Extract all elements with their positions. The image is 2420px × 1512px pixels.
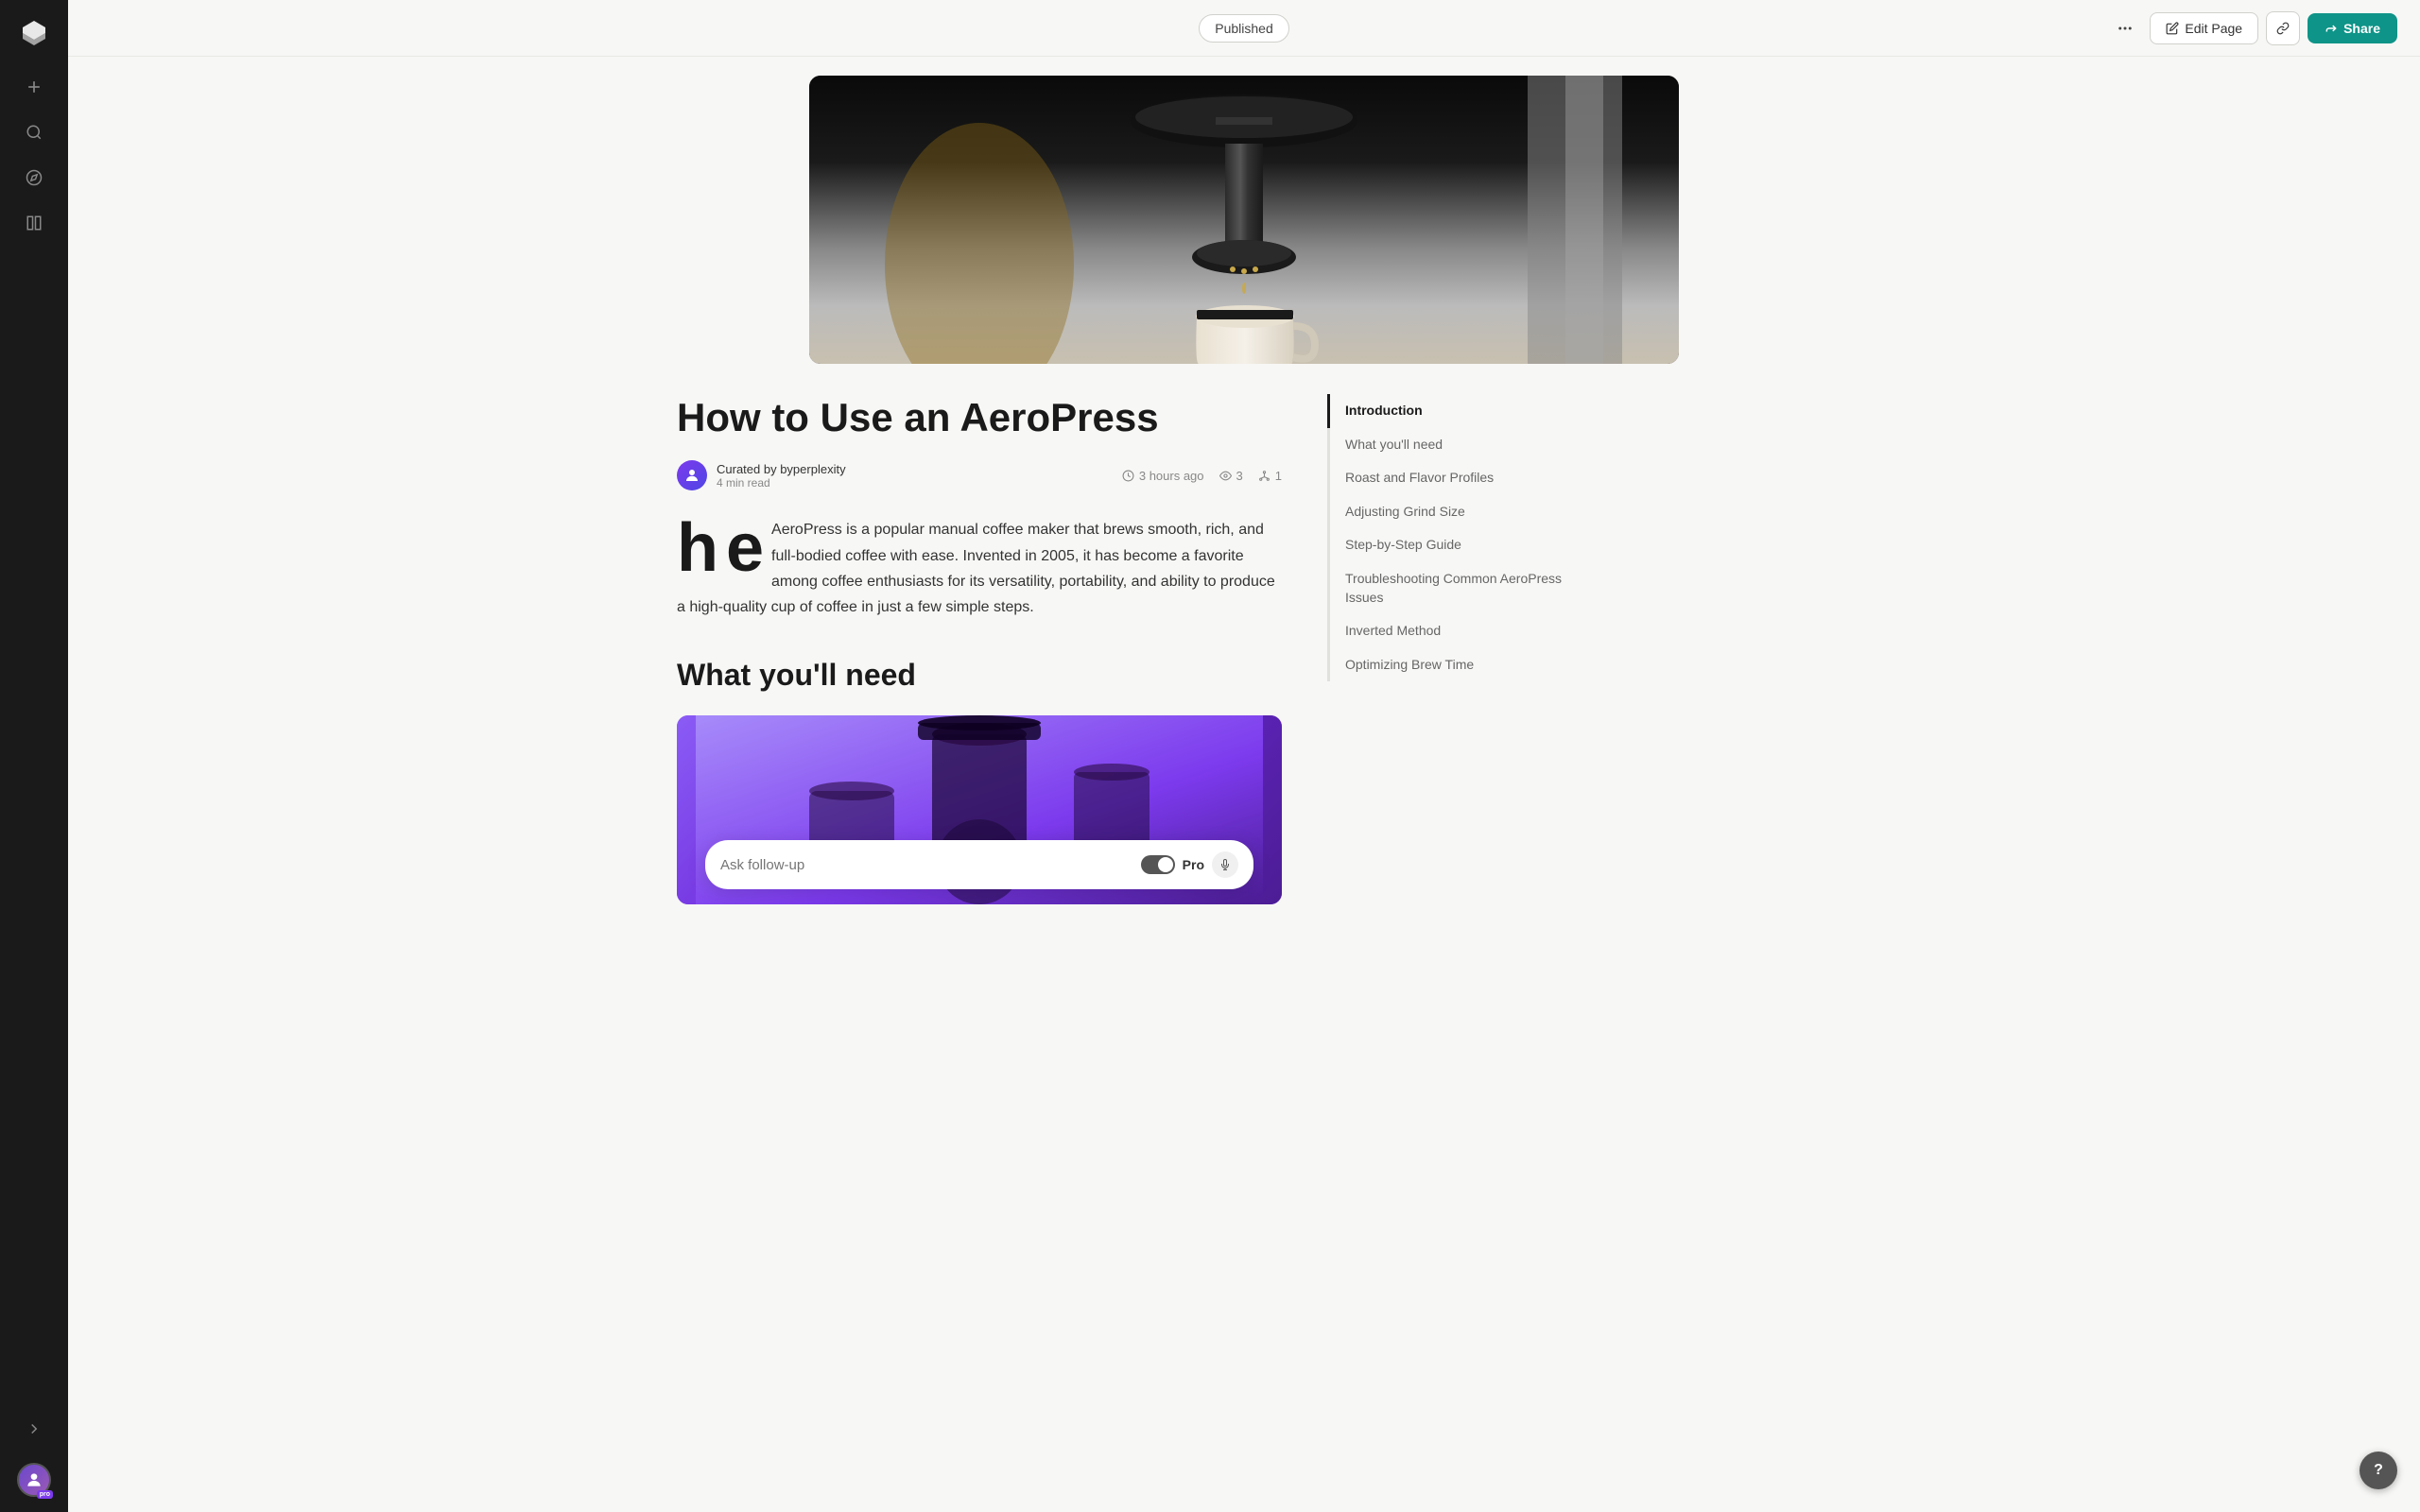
add-button[interactable]	[15, 68, 53, 106]
pro-badge: pro	[37, 1490, 53, 1499]
views-meta: 3	[1219, 469, 1243, 483]
mic-icon	[1219, 859, 1231, 870]
author-row: Curated by byperplexity 4 min read 3 hou…	[677, 460, 1282, 490]
content-wrapper: BYPERPLEXITY	[582, 57, 1906, 1512]
toc-item-inverted[interactable]: Inverted Method	[1330, 614, 1592, 648]
toc-item-troubleshooting[interactable]: Troubleshooting Common AeroPress Issues	[1330, 562, 1592, 614]
views-count: 3	[1236, 469, 1243, 483]
edit-page-label: Edit Page	[2185, 21, 2242, 36]
toc-item-step-guide[interactable]: Step-by-Step Guide	[1330, 528, 1592, 562]
sources-count: 1	[1275, 469, 1282, 483]
follow-up-bar: Pro	[705, 840, 1253, 889]
follow-up-input[interactable]	[720, 857, 1141, 873]
follow-up-actions: Pro	[1141, 851, 1238, 878]
pro-label: Pro	[1183, 857, 1204, 872]
search-button[interactable]	[15, 113, 53, 151]
author-name: Curated by byperplexity	[717, 462, 846, 476]
toc-item-introduction[interactable]: Introduction	[1327, 394, 1592, 428]
share-button[interactable]: Share	[2308, 13, 2397, 43]
collapse-button[interactable]	[15, 1410, 53, 1448]
main-content: Published Edit Page	[68, 0, 2420, 1512]
second-image: Pro	[677, 715, 1282, 904]
article-intro: he AeroPress is a popular manual coffee …	[677, 517, 1282, 620]
discover-button[interactable]	[15, 159, 53, 197]
toc-item-what-youll-need[interactable]: What you'll need	[1330, 428, 1592, 462]
share-icon	[2325, 22, 2338, 35]
library-button[interactable]	[15, 204, 53, 242]
link-icon	[2276, 22, 2290, 35]
more-button[interactable]	[2108, 11, 2142, 45]
published-badge: Published	[1199, 14, 1289, 43]
read-time: 4 min read	[717, 476, 846, 490]
mic-button[interactable]	[1212, 851, 1238, 878]
app-logo[interactable]	[15, 15, 53, 53]
author-text: Curated by byperplexity 4 min read	[717, 462, 846, 490]
pro-toggle[interactable]	[1141, 855, 1175, 874]
article-meta: 3 hours ago 3	[1122, 469, 1282, 483]
topbar-center: Published	[1199, 14, 1289, 43]
author-avatar	[677, 460, 707, 490]
content-area: BYPERPLEXITY	[68, 57, 2420, 1512]
article-main: How to Use an AeroPress Curated by byper…	[677, 394, 1282, 904]
link-button[interactable]	[2266, 11, 2300, 45]
toc-item-roast-flavor[interactable]: Roast and Flavor Profiles	[1330, 461, 1592, 495]
article-layout: How to Use an AeroPress Curated by byper…	[677, 364, 1811, 904]
sidebar: pro	[0, 0, 68, 1512]
eye-icon	[1219, 470, 1232, 482]
topbar-actions: Edit Page Share	[2108, 11, 2397, 45]
fork-icon	[1258, 470, 1270, 482]
avatar-container[interactable]: pro	[17, 1463, 51, 1497]
article-title: How to Use an AeroPress	[677, 394, 1282, 441]
article-sidebar: Introduction What you'll need Roast and …	[1327, 394, 1592, 904]
table-of-contents: Introduction What you'll need Roast and …	[1327, 394, 1592, 681]
topbar: Published Edit Page	[68, 0, 2420, 57]
toggle-knob	[1158, 857, 1173, 872]
share-label: Share	[2343, 21, 2380, 36]
time-ago: 3 hours ago	[1139, 469, 1204, 483]
author-info: Curated by byperplexity 4 min read	[677, 460, 846, 490]
clock-icon	[1122, 470, 1134, 482]
edit-icon	[2166, 22, 2179, 35]
section2-title: What you'll need	[677, 658, 1282, 693]
help-button[interactable]: ?	[2360, 1452, 2397, 1489]
hero-image	[809, 76, 1679, 364]
sources-meta: 1	[1258, 469, 1282, 483]
toc-item-brew-time[interactable]: Optimizing Brew Time	[1330, 648, 1592, 682]
edit-page-button[interactable]: Edit Page	[2150, 12, 2258, 44]
time-meta: 3 hours ago	[1122, 469, 1204, 483]
toc-item-grind-size[interactable]: Adjusting Grind Size	[1330, 495, 1592, 529]
